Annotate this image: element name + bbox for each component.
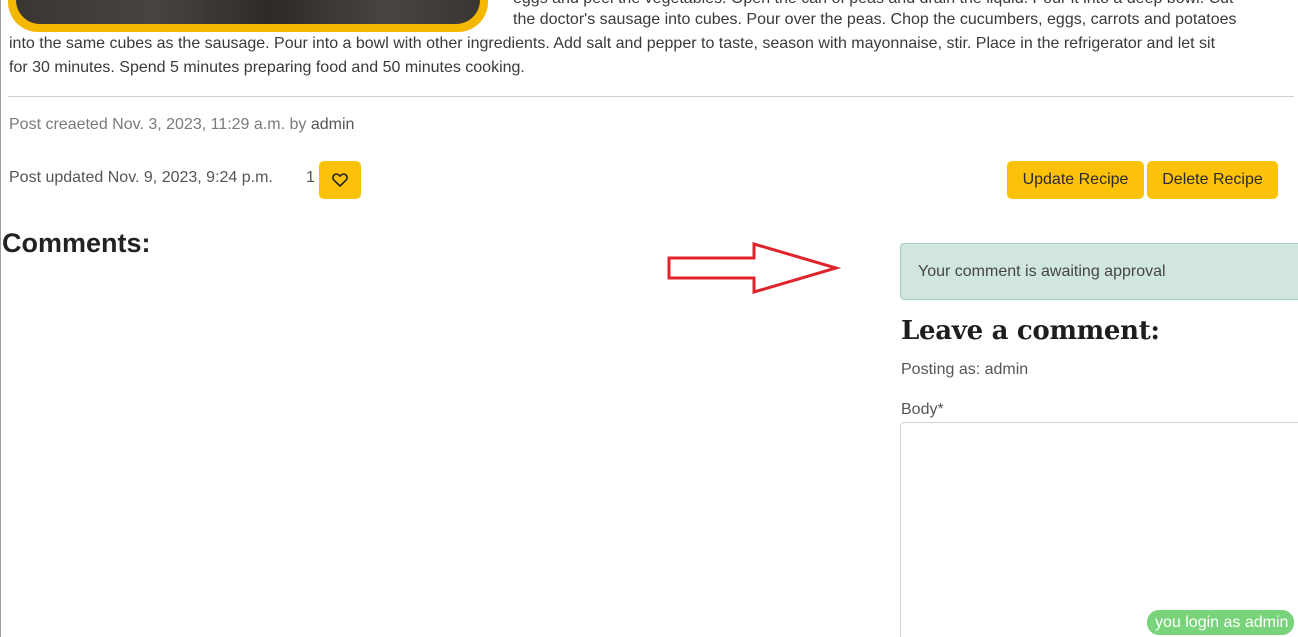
recipe-method-line: for 30 minutes. Spend 5 minutes preparin… (9, 59, 525, 76)
delete-recipe-button[interactable]: Delete Recipe (1147, 161, 1278, 199)
recipe-image (8, 0, 488, 32)
heart-outline-icon (332, 173, 348, 187)
post-created-text: Post creaeted Nov. 3, 2023, 11:29 a.m. b… (9, 116, 307, 133)
post-created-info: Post creaeted Nov. 3, 2023, 11:29 a.m. b… (9, 116, 354, 134)
post-updated-info: Post updated Nov. 9, 2023, 9:24 p.m. (9, 169, 273, 186)
post-author: admin (310, 116, 355, 133)
alert-message: Your comment is awaiting approval (918, 262, 1166, 280)
section-divider (8, 96, 1294, 97)
page-left-border (0, 0, 1, 637)
comments-heading: Comments: (2, 228, 151, 258)
update-recipe-button[interactable]: Update Recipe (1007, 161, 1144, 199)
leave-comment-heading: Leave a comment: (901, 316, 1160, 346)
body-field-label: Body* (901, 401, 944, 418)
like-count: 1 (306, 169, 315, 186)
login-status-badge: you login as admin (1147, 610, 1295, 635)
recipe-method-line: the doctor's sausage into cubes. Pour ov… (513, 11, 1237, 28)
like-button[interactable] (319, 161, 361, 199)
right-arrow-annotation-icon (667, 241, 842, 295)
recipe-method-line: into the same cubes as the sausage. Pour… (9, 35, 1216, 52)
recipe-image-photo (16, 0, 480, 24)
comment-approval-alert: Your comment is awaiting approval (900, 243, 1298, 300)
comment-body-textarea[interactable] (900, 422, 1298, 637)
posting-as-text: Posting as: admin (901, 361, 1029, 378)
